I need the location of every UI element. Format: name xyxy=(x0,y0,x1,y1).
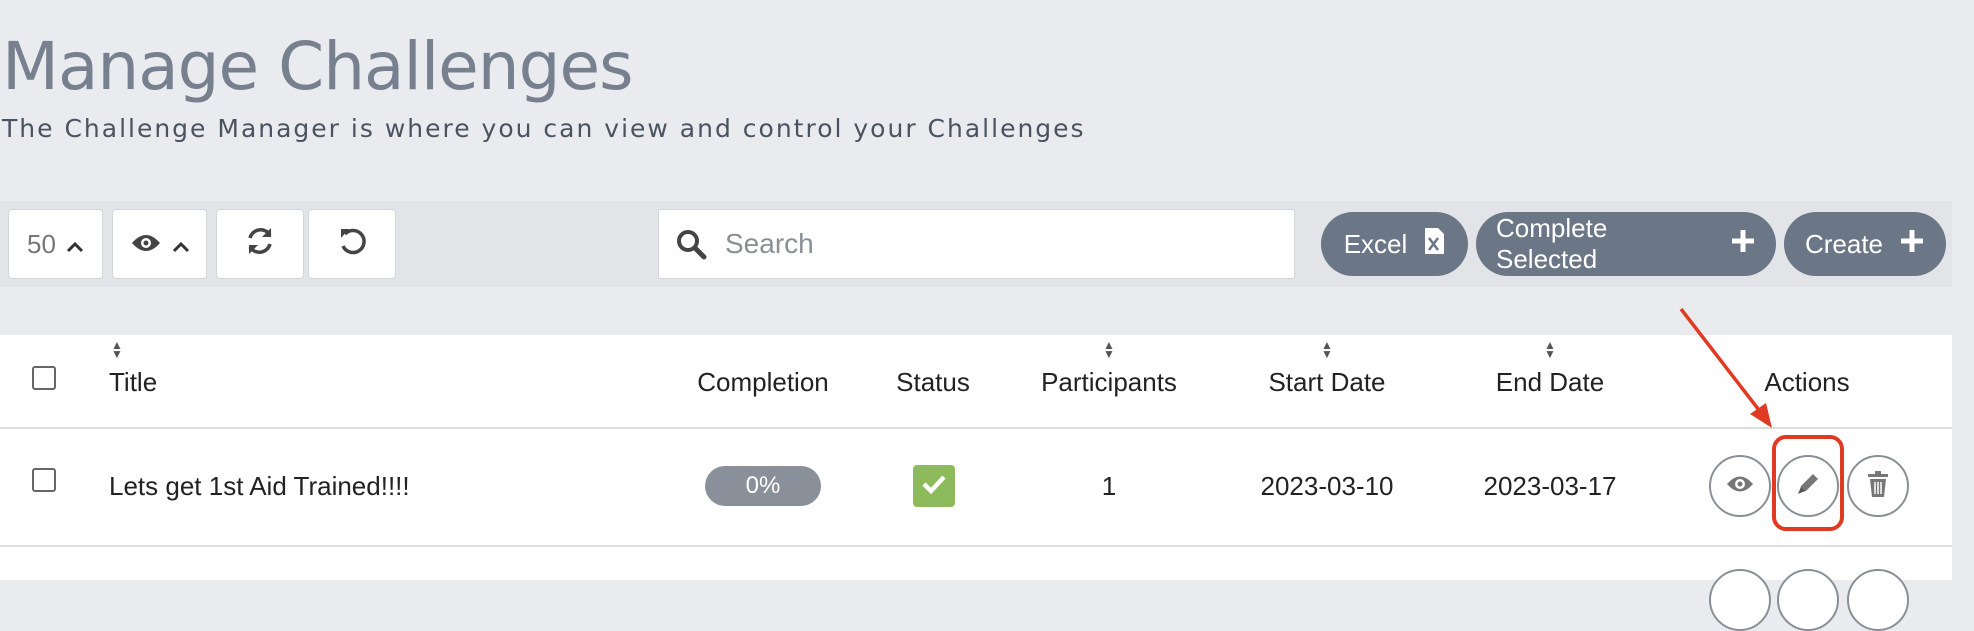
check-icon xyxy=(921,473,947,500)
column-header-completion: Completion xyxy=(697,367,829,397)
select-all-checkbox[interactable] xyxy=(32,366,56,390)
sort-icon[interactable]: ▲ ▼ xyxy=(1321,339,1333,360)
edit-button-highlight xyxy=(1772,435,1844,531)
trash-icon xyxy=(1866,470,1890,503)
create-button[interactable]: Create xyxy=(1784,212,1946,276)
excel-button[interactable]: Excel xyxy=(1321,212,1468,276)
participants-count: 1 xyxy=(1101,471,1117,501)
table-header: ▲ ▼ Title Completion Status ▲ ▼ Participan… xyxy=(0,335,1952,429)
plus-icon xyxy=(1730,228,1756,261)
delete-button[interactable] xyxy=(1847,569,1909,631)
eye-icon xyxy=(130,229,162,260)
page-size-value: 50 xyxy=(27,228,56,259)
toolbar: 50 Excel Complete Selected xyxy=(0,201,1952,287)
page-subtitle: The Challenge Manager is where you can v… xyxy=(2,114,1086,143)
sort-icon[interactable]: ▲ ▼ xyxy=(111,339,123,360)
undo-icon xyxy=(337,226,367,263)
table-row[interactable]: Lets get 1st Aid Trained!!!! 0% 1 2023-0… xyxy=(0,429,1952,547)
chevron-up-icon xyxy=(172,229,190,260)
table-row[interactable] xyxy=(0,547,1952,631)
eye-icon xyxy=(1725,474,1755,499)
page-size-dropdown[interactable]: 50 xyxy=(8,209,103,279)
chevron-up-icon xyxy=(66,229,84,260)
create-label: Create xyxy=(1804,228,1884,259)
challenges-table: ▲ ▼ Title Completion Status ▲ ▼ Participan… xyxy=(0,335,1952,631)
sort-icon[interactable]: ▲ ▼ xyxy=(1103,339,1115,360)
refresh-icon xyxy=(244,225,276,264)
sort-icon[interactable]: ▲ ▼ xyxy=(1544,339,1556,360)
column-header-end-date[interactable]: End Date xyxy=(1496,367,1604,398)
column-header-title[interactable]: Title xyxy=(109,367,157,398)
excel-label: Excel xyxy=(1343,228,1408,259)
status-checkbox[interactable] xyxy=(913,465,955,507)
column-header-actions: Actions xyxy=(1764,367,1850,397)
column-header-participants[interactable]: Participants xyxy=(1041,367,1177,398)
page-title: Manage Challenges xyxy=(2,28,633,105)
plus-icon xyxy=(1899,228,1925,261)
complete-selected-button[interactable]: Complete Selected xyxy=(1476,212,1776,276)
column-visibility-dropdown[interactable] xyxy=(112,209,207,279)
excel-icon xyxy=(1423,227,1445,262)
challenge-title: Lets get 1st Aid Trained!!!! xyxy=(109,471,410,501)
search-icon xyxy=(675,228,707,260)
complete-selected-label: Complete Selected xyxy=(1496,213,1608,274)
column-header-status: Status xyxy=(896,367,970,397)
view-button[interactable] xyxy=(1709,455,1771,517)
search-box[interactable] xyxy=(658,209,1295,279)
column-header-start-date[interactable]: Start Date xyxy=(1268,367,1385,398)
search-input[interactable] xyxy=(723,227,1247,261)
completion-badge: 0% xyxy=(705,466,821,506)
refresh-button[interactable] xyxy=(216,209,304,279)
reset-button[interactable] xyxy=(308,209,396,279)
view-button[interactable] xyxy=(1709,569,1771,631)
start-date: 2023-03-10 xyxy=(1260,471,1394,501)
edit-button[interactable] xyxy=(1777,569,1839,631)
delete-button[interactable] xyxy=(1847,455,1909,517)
row-checkbox[interactable] xyxy=(32,468,56,492)
end-date: 2023-03-17 xyxy=(1483,471,1617,501)
